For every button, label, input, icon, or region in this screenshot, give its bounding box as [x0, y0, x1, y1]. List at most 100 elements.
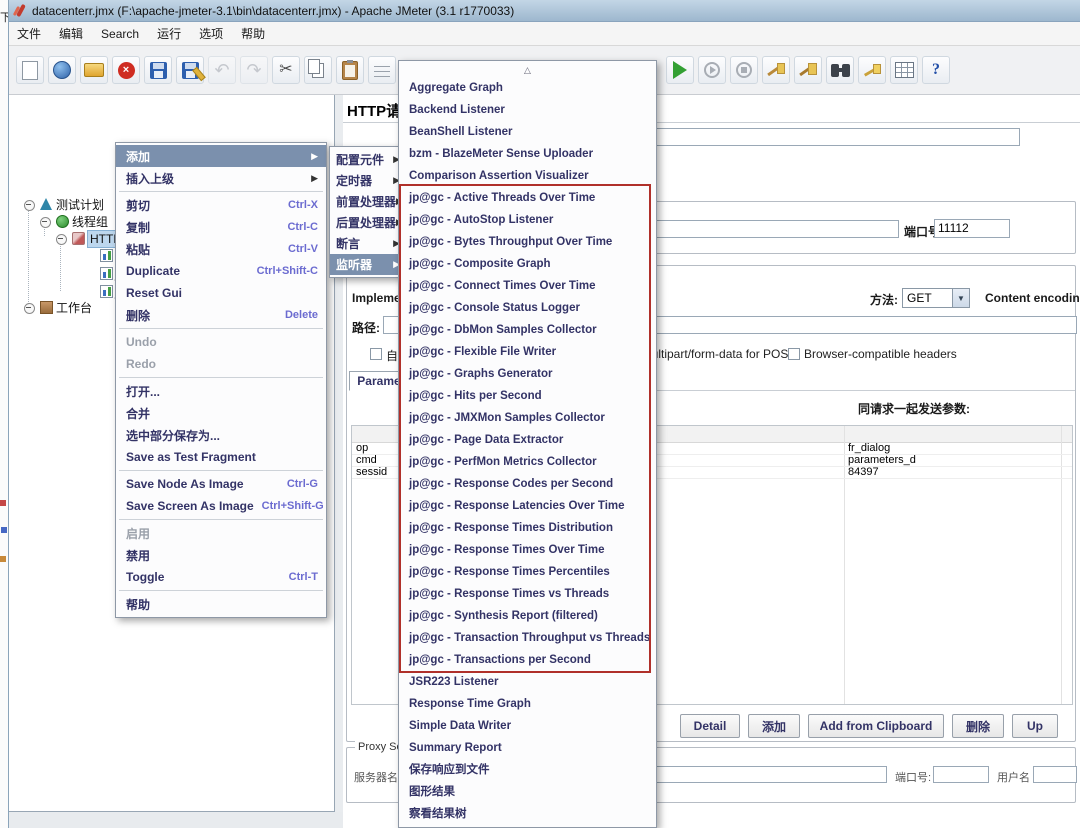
listener-item-bzm-blazemeter-sense-uploader[interactable]: bzm - BlazeMeter Sense Uploader — [399, 143, 656, 165]
listener-item-jp-gc-jmxmon-samples-collector[interactable]: jp@gc - JMXMon Samples Collector — [399, 407, 656, 429]
listener-item-jp-gc-response-latencies-over-time[interactable]: jp@gc - Response Latencies Over Time — [399, 495, 656, 517]
expand-tree-icon[interactable] — [368, 56, 396, 84]
listener-item-jp-gc-composite-graph[interactable]: jp@gc - Composite Graph — [399, 253, 656, 275]
menubar-item-0[interactable]: 文件 — [8, 22, 50, 45]
listener-item-aggregate-graph[interactable]: Aggregate Graph — [399, 77, 656, 99]
tree-expand-knob[interactable] — [56, 234, 67, 245]
method-dropdown[interactable]: GET ▼ — [902, 288, 970, 308]
button-up[interactable]: Up — [1012, 714, 1058, 738]
listener-item-jp-gc-synthesis-report-filtered[interactable]: jp@gc - Synthesis Report (filtered) — [399, 605, 656, 627]
listener-item-simple-data-writer[interactable]: Simple Data Writer — [399, 715, 656, 737]
close-file-icon[interactable]: × — [112, 56, 140, 84]
context-menu-item-25[interactable]: 帮助 — [116, 593, 326, 615]
listener-item-jsr223-listener[interactable]: JSR223 Listener — [399, 671, 656, 693]
listener-item-jp-gc-response-times-over-time[interactable]: jp@gc - Response Times Over Time — [399, 539, 656, 561]
listener-item-jp-gc-active-threads-over-time[interactable]: jp@gc - Active Threads Over Time — [399, 187, 656, 209]
menubar-item-3[interactable]: 运行 — [148, 22, 190, 45]
context-menu-item-4[interactable]: 复制 Ctrl-C — [116, 216, 326, 238]
function-helper-icon[interactable] — [890, 56, 918, 84]
scroll-up-control[interactable]: △ — [399, 63, 656, 77]
add-submenu-item-4[interactable]: 断言 ▶ — [330, 233, 404, 254]
context-menu-item-5[interactable]: 粘贴 Ctrl-V — [116, 238, 326, 260]
listener-item-jp-gc-transaction-throughput-vs-threads[interactable]: jp@gc - Transaction Throughput vs Thread… — [399, 627, 656, 649]
help-icon[interactable]: ? — [922, 56, 950, 84]
search-icon[interactable] — [826, 56, 854, 84]
context-menu-item-redo[interactable]: Redo — [116, 353, 326, 375]
context-menu-item-save-screen-as-image[interactable]: Save Screen As Image Ctrl+Shift-G — [116, 495, 326, 517]
tree-expand-knob[interactable] — [24, 200, 35, 211]
listener-item-jp-gc-response-times-distribution[interactable]: jp@gc - Response Times Distribution — [399, 517, 656, 539]
listener-item-jp-gc-transactions-per-second[interactable]: jp@gc - Transactions per Second — [399, 649, 656, 671]
listener-item-jp-gc-response-times-percentiles[interactable]: jp@gc - Response Times Percentiles — [399, 561, 656, 583]
context-menu-item-21[interactable]: 启用 — [116, 522, 326, 544]
listener-item-jp-gc-console-status-logger[interactable]: jp@gc - Console Status Logger — [399, 297, 656, 319]
listener-item-31[interactable]: 保存响应到文件 — [399, 759, 656, 781]
listener-item-summary-report[interactable]: Summary Report — [399, 737, 656, 759]
menubar-item-1[interactable]: 编辑 — [50, 22, 92, 45]
listener-item-jp-gc-page-data-extractor[interactable]: jp@gc - Page Data Extractor — [399, 429, 656, 451]
context-menu-item-0[interactable]: 添加 ▶ — [116, 145, 326, 167]
remote-stop-icon[interactable] — [730, 56, 758, 84]
copy-icon[interactable] — [304, 56, 332, 84]
button-3[interactable]: 删除 — [952, 714, 1004, 738]
port-input[interactable]: 11112 — [934, 219, 1010, 238]
context-menu-item-reset-gui[interactable]: Reset Gui — [116, 282, 326, 304]
remote-start-icon[interactable] — [698, 56, 726, 84]
titlebar[interactable]: datacenterr.jmx (F:\apache-jmeter-3.1\bi… — [8, 0, 1080, 22]
button-1[interactable]: 添加 — [748, 714, 800, 738]
chevron-down-icon[interactable]: ▼ — [952, 289, 969, 307]
context-menu-item-22[interactable]: 禁用 — [116, 544, 326, 566]
context-menu-item-15[interactable]: 选中部分保存为... — [116, 424, 326, 446]
listener-item-jp-gc-flexible-file-writer[interactable]: jp@gc - Flexible File Writer — [399, 341, 656, 363]
listener-item-response-time-graph[interactable]: Response Time Graph — [399, 693, 656, 715]
auto-redirect-checkbox[interactable] — [370, 348, 382, 360]
context-menu-item-13[interactable]: 打开... — [116, 380, 326, 402]
clear-icon[interactable] — [762, 56, 790, 84]
menubar-item-5[interactable]: 帮助 — [232, 22, 274, 45]
listener-item-jp-gc-graphs-generator[interactable]: jp@gc - Graphs Generator — [399, 363, 656, 385]
new-file-icon[interactable] — [16, 56, 44, 84]
open-file-icon[interactable] — [80, 56, 108, 84]
listener-item-jp-gc-perfmon-metrics-collector[interactable]: jp@gc - PerfMon Metrics Collector — [399, 451, 656, 473]
add-submenu-item-2[interactable]: 前置处理器▶ — [330, 191, 404, 212]
listener-item-jp-gc-autostop-listener[interactable]: jp@gc - AutoStop Listener — [399, 209, 656, 231]
listener-item-jp-gc-dbmon-samples-collector[interactable]: jp@gc - DbMon Samples Collector — [399, 319, 656, 341]
context-menu-item-3[interactable]: 剪切 Ctrl-X — [116, 194, 326, 216]
menubar-item-search[interactable]: Search — [92, 22, 148, 45]
add-submenu-item-1[interactable]: 定时器 ▶ — [330, 170, 404, 191]
listener-item-jp-gc-hits-per-second[interactable]: jp@gc - Hits per Second — [399, 385, 656, 407]
listener-item-comparison-assertion-visualizer[interactable]: Comparison Assertion Visualizer — [399, 165, 656, 187]
context-menu-item-toggle[interactable]: Toggle Ctrl-T — [116, 566, 326, 588]
add-submenu-item-3[interactable]: 后置处理器▶ — [330, 212, 404, 233]
button-add-from-clipboard[interactable]: Add from Clipboard — [808, 714, 944, 738]
listener-item-jp-gc-response-codes-per-second[interactable]: jp@gc - Response Codes per Second — [399, 473, 656, 495]
tree-expand-knob[interactable] — [24, 303, 35, 314]
context-menu-item-14[interactable]: 合并 — [116, 402, 326, 424]
redo-icon[interactable]: ↷ — [240, 56, 268, 84]
proxy-port-input[interactable] — [933, 766, 989, 783]
tree-expand-knob[interactable] — [40, 217, 51, 228]
context-menu-item-save-node-as-image[interactable]: Save Node As Image Ctrl-G — [116, 473, 326, 495]
listener-item-jp-gc-bytes-throughput-over-time[interactable]: jp@gc - Bytes Throughput Over Time — [399, 231, 656, 253]
paste-icon[interactable] — [336, 56, 364, 84]
proxy-user-input[interactable] — [1033, 766, 1077, 783]
save-icon[interactable] — [144, 56, 172, 84]
search-reset-icon[interactable] — [858, 56, 886, 84]
clear-all-icon[interactable] — [794, 56, 822, 84]
context-menu-item-duplicate[interactable]: Duplicate Ctrl+Shift-C — [116, 260, 326, 282]
browser-headers-checkbox[interactable] — [788, 348, 800, 360]
listener-item-backend-listener[interactable]: Backend Listener — [399, 99, 656, 121]
menubar-item-4[interactable]: 选项 — [190, 22, 232, 45]
context-menu-item-8[interactable]: 删除 Delete — [116, 304, 326, 326]
listener-item-beanshell-listener[interactable]: BeanShell Listener — [399, 121, 656, 143]
templates-icon[interactable] — [48, 56, 76, 84]
context-menu-item-undo[interactable]: Undo — [116, 331, 326, 353]
add-submenu-item-0[interactable]: 配置元件 ▶ — [330, 149, 404, 170]
context-menu-item-1[interactable]: 插入上级 ▶ — [116, 167, 326, 189]
context-menu-item-save-as-test-fragment[interactable]: Save as Test Fragment — [116, 446, 326, 468]
start-icon[interactable] — [666, 56, 694, 84]
listener-item-32[interactable]: 图形结果 — [399, 781, 656, 803]
listener-item-jp-gc-connect-times-over-time[interactable]: jp@gc - Connect Times Over Time — [399, 275, 656, 297]
listener-item-jp-gc-response-times-vs-threads[interactable]: jp@gc - Response Times vs Threads — [399, 583, 656, 605]
add-submenu-item-5[interactable]: 监听器 ▶ — [330, 254, 404, 275]
